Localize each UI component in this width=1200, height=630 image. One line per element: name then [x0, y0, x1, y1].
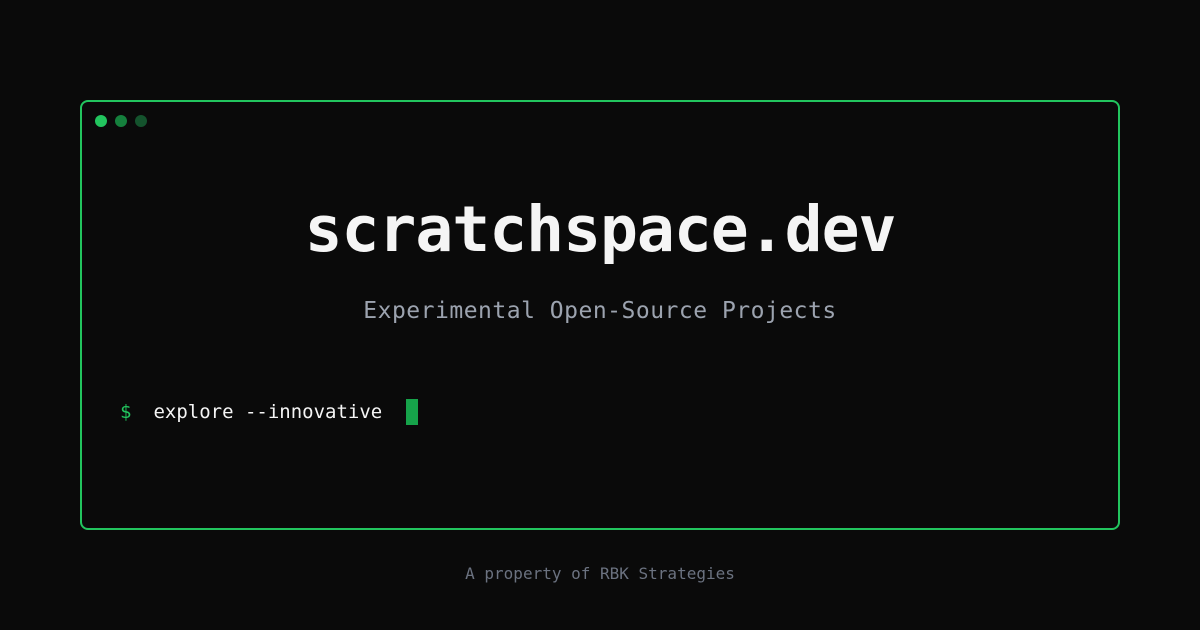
command-text: explore --innovative: [153, 401, 383, 423]
window-dot-2[interactable]: [115, 115, 127, 127]
footer-attribution: A property of RBK Strategies: [465, 564, 735, 583]
window-dot-3[interactable]: [135, 115, 147, 127]
window-controls: [95, 115, 147, 127]
window-dot-1[interactable]: [95, 115, 107, 127]
cursor-block-icon: [406, 399, 419, 425]
prompt-symbol: $: [120, 401, 132, 423]
command-prompt-line: $ explore --innovative: [120, 398, 419, 426]
site-title: scratchspace.dev: [304, 193, 897, 266]
terminal-window: scratchspace.dev Experimental Open-Sourc…: [80, 100, 1120, 530]
site-subtitle: Experimental Open-Source Projects: [363, 298, 837, 324]
